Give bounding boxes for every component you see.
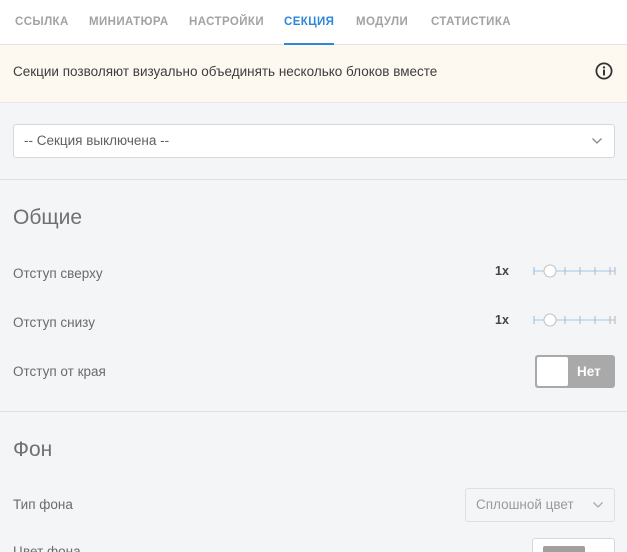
section-select-value: -- Секция выключена -- <box>24 133 170 148</box>
general-heading: Общие <box>13 206 83 229</box>
edge-padding-label: Отступ от края <box>13 364 106 379</box>
background-color-label: Цвет фона <box>13 544 81 552</box>
tab-statistics[interactable]: СТАТИСТИКА <box>431 0 511 45</box>
chevron-down-icon <box>593 502 603 508</box>
background-heading: Фон <box>13 438 53 461</box>
padding-bottom-label: Отступ снизу <box>13 315 95 330</box>
background-color-picker[interactable] <box>532 538 615 552</box>
divider <box>0 179 627 180</box>
chevron-down-icon <box>592 138 602 144</box>
tab-settings[interactable]: НАСТРОЙКИ <box>189 0 264 45</box>
notice-text: Секции позволяют визуально объединять не… <box>13 64 438 79</box>
padding-bottom-slider[interactable] <box>533 313 616 327</box>
tab-link[interactable]: ССЫЛКА <box>15 0 69 45</box>
edge-padding-toggle[interactable]: Нет <box>535 355 615 388</box>
tab-thumbnail[interactable]: МИНИАТЮРА <box>89 0 169 45</box>
divider <box>0 411 627 412</box>
background-type-label: Тип фона <box>13 497 73 512</box>
padding-bottom-multiplier: 1x <box>495 313 509 327</box>
color-swatch <box>543 546 585 552</box>
tab-modules[interactable]: МОДУЛИ <box>356 0 408 45</box>
tab-bar: ССЫЛКА МИНИАТЮРА НАСТРОЙКИ СЕКЦИЯ МОДУЛИ… <box>0 0 627 45</box>
background-type-select[interactable]: Сплошной цвет <box>465 488 615 522</box>
toggle-knob <box>537 357 568 386</box>
padding-top-label: Отступ сверху <box>13 266 103 281</box>
section-select[interactable]: -- Секция выключена -- <box>13 124 615 158</box>
info-notice: Секции позволяют визуально объединять не… <box>0 45 627 103</box>
padding-top-slider[interactable] <box>533 264 616 278</box>
toggle-label: Нет <box>577 364 601 379</box>
background-type-value: Сплошной цвет <box>476 497 574 512</box>
tab-section[interactable]: СЕКЦИЯ <box>284 0 335 45</box>
info-icon[interactable] <box>595 62 613 80</box>
padding-top-multiplier: 1x <box>495 264 509 278</box>
